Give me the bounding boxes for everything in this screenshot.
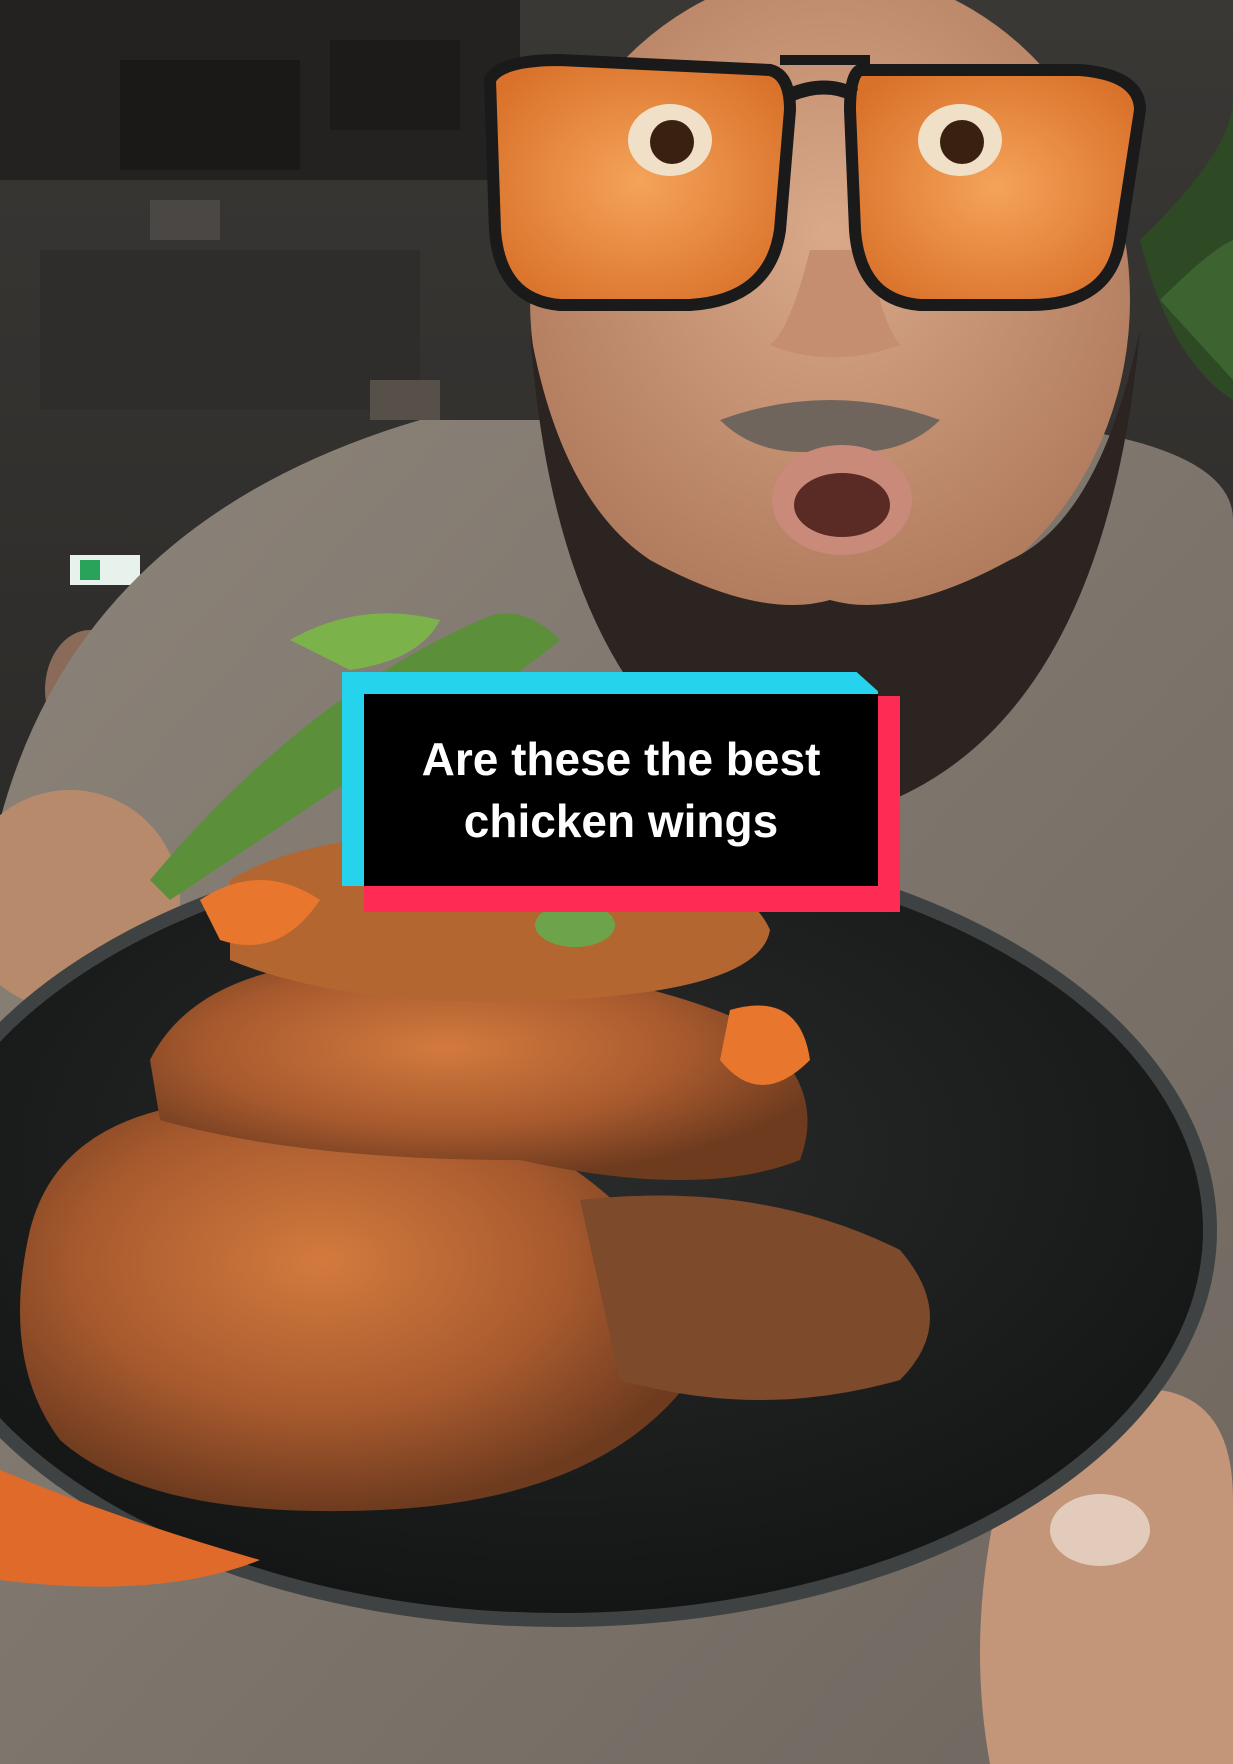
video-frame: Are these the best chicken wings [0, 0, 1233, 1764]
caption-sticker: Are these the best chicken wings [342, 672, 900, 912]
caption-panel: Are these the best chicken wings [364, 694, 878, 886]
caption-line-1: Are these the best [421, 733, 821, 785]
caption-line-2: chicken wings [463, 795, 779, 847]
